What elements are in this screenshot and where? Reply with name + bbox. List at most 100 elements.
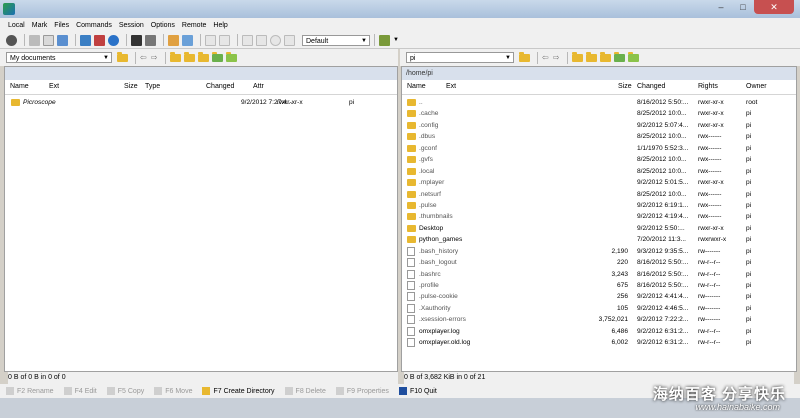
- parent-folder-icon[interactable]: [170, 51, 182, 62]
- console-icon[interactable]: [29, 34, 40, 46]
- col-size[interactable]: Size: [124, 83, 138, 90]
- maximize-button[interactable]: □: [732, 0, 754, 14]
- refresh-icon[interactable]: [108, 34, 119, 46]
- fkey-f8-button[interactable]: F8 Delete: [284, 387, 326, 395]
- compare-icon[interactable]: [57, 34, 68, 46]
- unselect-icon[interactable]: [219, 34, 230, 46]
- table-row[interactable]: .dbus 8/25/2012 10:0... rwx------ pi: [402, 131, 796, 142]
- table-row[interactable]: .local 8/25/2012 10:0... rwx------ pi: [402, 166, 796, 177]
- sync-icon[interactable]: [80, 34, 91, 46]
- filter-icon[interactable]: [242, 34, 253, 46]
- table-row[interactable]: .pulse-cookie 256 9/2/2012 4:41:4... rw----…: [402, 291, 796, 302]
- menu-local[interactable]: Local: [8, 22, 25, 29]
- col-attr[interactable]: Attr: [253, 83, 264, 90]
- menu-remote[interactable]: Remote: [182, 22, 207, 29]
- local-file-list: Picroscope 9/2/2012 7:27:4... rwxr-xr-x pi: [5, 95, 397, 108]
- fkey-f6-button[interactable]: F6 Move: [154, 387, 192, 395]
- col-name[interactable]: Name: [407, 83, 426, 90]
- transfer-icon[interactable]: [182, 34, 193, 46]
- table-row[interactable]: Picroscope 9/2/2012 7:27:4... rwxr-xr-x pi: [5, 97, 397, 108]
- table-row[interactable]: .xsession-errors 3,752,021 9/2/2012 7:22:2…: [402, 314, 796, 325]
- col-ext[interactable]: Ext: [446, 83, 456, 90]
- forward-icon[interactable]: ⇨: [151, 53, 158, 62]
- table-row[interactable]: .netsurf 8/25/2012 10:0... rwx------ pi: [402, 189, 796, 200]
- fkey-f7-button[interactable]: F7 Create Directory: [202, 387, 275, 395]
- menu-options[interactable]: Options: [151, 22, 175, 29]
- table-row[interactable]: .gconf 1/1/1970 5:52:3... rwx------ pi: [402, 143, 796, 154]
- remote-path-select[interactable]: pi ▼: [406, 52, 514, 63]
- chevron-down-icon: ▼: [103, 55, 109, 61]
- find-icon[interactable]: [226, 51, 238, 62]
- file-owner: pi: [746, 282, 752, 289]
- menu-session[interactable]: Session: [119, 22, 144, 29]
- back-icon[interactable]: ⇦: [140, 53, 147, 62]
- chevron-down-icon[interactable]: ▼: [393, 37, 399, 43]
- col-ext[interactable]: Ext: [49, 83, 59, 90]
- col-name[interactable]: Name: [10, 83, 29, 90]
- open-folder-icon[interactable]: [117, 51, 128, 62]
- table-row[interactable]: .gvfs 8/25/2012 10:0... rwx------ pi: [402, 154, 796, 165]
- remote-file-panel[interactable]: /home/pi ▲ Name Ext Size Changed Rights …: [401, 66, 797, 372]
- menu-commands[interactable]: Commands: [76, 22, 112, 29]
- file-name: .bash_history: [419, 247, 459, 255]
- menu-mark[interactable]: Mark: [32, 22, 48, 29]
- col-size[interactable]: Size: [618, 83, 632, 90]
- table-row[interactable]: .profile 675 8/16/2012 5:50:... rw-r--r-- pi: [402, 280, 796, 291]
- table-row[interactable]: .cache 8/25/2012 10:0... rwxr-xr-x pi: [402, 108, 796, 119]
- close-button[interactable]: ✕: [754, 0, 794, 14]
- col-rights[interactable]: Rights: [698, 83, 718, 90]
- table-row[interactable]: .mplayer 9/2/2012 5:01:5... rwxr-xr-x pi: [402, 177, 796, 188]
- table-row[interactable]: Desktop 9/2/2012 5:50:... rwxr-xr-x pi: [402, 223, 796, 234]
- preferences-icon[interactable]: [6, 34, 17, 46]
- table-row[interactable]: .thumbnails 9/2/2012 4:19:4... rwx------ pi: [402, 211, 796, 222]
- table-row[interactable]: .bash_history 2,190 9/3/2012 9:35:5... rw--…: [402, 246, 796, 257]
- table-row[interactable]: .Xauthority 105 9/2/2012 4:46:5... rw------…: [402, 303, 796, 314]
- root-folder-icon[interactable]: [184, 51, 196, 62]
- home-folder-icon[interactable]: [198, 51, 210, 62]
- table-row[interactable]: omxplayer.old.log 6,002 9/2/2012 6:31:2...…: [402, 337, 796, 348]
- local-path-select[interactable]: My documents ▼: [6, 52, 112, 63]
- find-icon[interactable]: [628, 51, 640, 62]
- table-row[interactable]: omxplayer.log 6,486 9/2/2012 6:31:2... rw-r…: [402, 326, 796, 337]
- fkey-f5-button[interactable]: F5 Copy: [106, 387, 144, 395]
- file-rights: rw-------: [698, 293, 721, 301]
- minimize-button[interactable]: –: [710, 0, 732, 14]
- table-row[interactable]: .pulse 9/2/2012 6:19:1... rwx------ pi: [402, 200, 796, 211]
- parent-folder-icon[interactable]: [572, 51, 584, 62]
- table-row[interactable]: .bash_logout 220 8/16/2012 5:50:... rw-r--r…: [402, 257, 796, 268]
- table-row[interactable]: .config 9/2/2012 5:07:4... rwxr-xr-x pi: [402, 120, 796, 131]
- col-changed[interactable]: Changed: [637, 83, 665, 90]
- fkey-f9-button[interactable]: F9 Properties: [335, 387, 389, 395]
- table-row[interactable]: python_games 7/20/2012 11:3... rwxrwxr-x pi: [402, 234, 796, 245]
- menu-files[interactable]: Files: [54, 22, 69, 29]
- file-rights: rwxr-xr-x: [698, 110, 724, 118]
- back-icon[interactable]: ⇦: [542, 53, 549, 62]
- home-folder-icon[interactable]: [600, 51, 612, 62]
- terminal-icon[interactable]: [43, 34, 54, 46]
- col-changed[interactable]: Changed: [206, 83, 234, 90]
- menu-help[interactable]: Help: [213, 22, 227, 29]
- select-all-icon[interactable]: [284, 34, 295, 46]
- session-icon[interactable]: [131, 34, 142, 46]
- transfer-settings-select[interactable]: Default ▼: [302, 34, 370, 46]
- open-folder-icon[interactable]: [519, 51, 530, 62]
- local-file-panel[interactable]: Name Ext Size Type Changed Attr Picrosco…: [4, 66, 398, 372]
- invert-icon[interactable]: [256, 34, 267, 46]
- queue-icon[interactable]: [94, 34, 105, 46]
- fkey-f10-button[interactable]: F10 Quit: [398, 387, 437, 395]
- refresh-icon[interactable]: [212, 51, 224, 62]
- disconnect-icon[interactable]: [145, 34, 156, 46]
- clear-icon[interactable]: [270, 34, 281, 46]
- refresh-icon[interactable]: [614, 51, 626, 62]
- col-type[interactable]: Type: [145, 83, 160, 90]
- fkey-f4-button[interactable]: F4 Edit: [63, 387, 97, 395]
- table-row[interactable]: .. 8/16/2012 5:50:... rwxr-xr-x root: [402, 97, 796, 108]
- table-row[interactable]: .bashrc 3,243 8/16/2012 5:50:... rw-r--r-- p…: [402, 269, 796, 280]
- fkey-f2-button[interactable]: F2 Rename: [6, 387, 54, 395]
- forward-icon[interactable]: ⇨: [553, 53, 560, 62]
- select-icon[interactable]: [205, 34, 216, 46]
- root-folder-icon[interactable]: [586, 51, 598, 62]
- bookmark-icon[interactable]: [168, 34, 179, 46]
- transfer-options-icon[interactable]: [379, 34, 390, 46]
- col-owner[interactable]: Owner: [746, 83, 767, 90]
